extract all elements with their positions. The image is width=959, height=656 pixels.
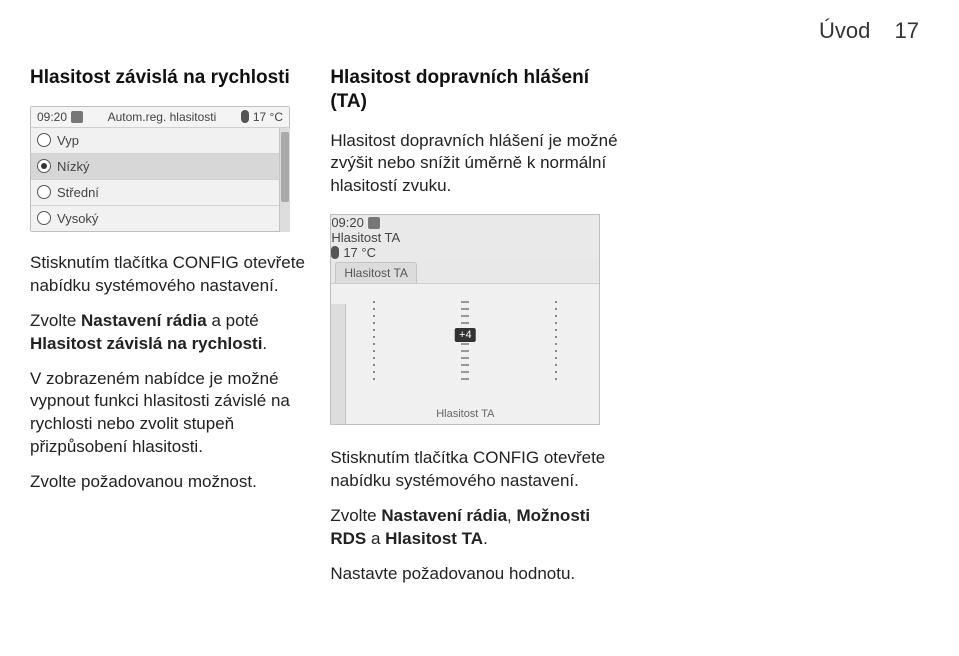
col1-p1: Stisknutím tlačítka CONFIG otevřete nabí…: [30, 252, 318, 298]
option-high[interactable]: Vysoký: [31, 206, 289, 231]
volume-slider[interactable]: +4 Hlasitost TA: [331, 284, 599, 424]
tab-row: Hlasitost TA: [331, 260, 599, 284]
col1-heading: Hlasitost závislá na rychlosti: [30, 66, 318, 90]
clock-icon: [368, 217, 380, 229]
col2-p4: Nastavte požadovanou hodnotu.: [330, 563, 618, 586]
slider-value: +4: [455, 328, 476, 342]
status-temp: 17 °C: [253, 110, 283, 124]
option-off[interactable]: Vyp: [31, 128, 289, 154]
col1-p4: Zvolte požadovanou možnost.: [30, 471, 318, 494]
radio-icon: [37, 133, 51, 147]
option-label: Střední: [57, 185, 99, 200]
thermometer-icon: [241, 110, 249, 123]
col2-p3: Zvolte Nastavení rádia, Možnosti RDS a H…: [330, 505, 618, 551]
screenshot-volume-speed: 09:20 Autom.reg. hlasitosti 17 °C Vyp: [30, 106, 290, 232]
clock-icon: [71, 111, 83, 123]
option-low[interactable]: Nízký: [31, 154, 289, 180]
tab-ta[interactable]: Hlasitost TA: [335, 262, 417, 283]
column-2: Hlasitost dopravních hlášení (TA) Hlasit…: [330, 62, 618, 592]
col2-heading: Hlasitost dopravních hlášení (TA): [330, 66, 618, 114]
col2-p2: Stisknutím tlačítka CONFIG otevřete nabí…: [330, 447, 618, 493]
col1-p3: V zobrazeném nabídce je možné vypnout fu…: [30, 368, 318, 460]
screen-title: Hlasitost TA: [331, 230, 599, 245]
col2-p1: Hlasitost dopravních hlášení je možné zv…: [330, 130, 618, 199]
scrollbar-thumb[interactable]: [281, 132, 289, 202]
col1-p2: Zvolte Nastavení rádia a poté Hlasitost …: [30, 310, 318, 356]
status-time: 09:20: [331, 215, 364, 230]
statusbar: 09:20 Autom.reg. hlasitosti 17 °C: [31, 107, 289, 128]
option-label: Vyp: [57, 133, 79, 148]
screenshot-volume-ta: 09:20 Hlasitost TA 17 °C Hlasitost TA: [330, 214, 600, 425]
header-title: Úvod: [819, 18, 870, 43]
statusbar: 09:20 Hlasitost TA 17 °C: [331, 215, 599, 260]
status-time: 09:20: [37, 110, 67, 124]
radio-icon: [37, 211, 51, 225]
page-number: 17: [895, 18, 919, 43]
screen-title: Autom.reg. hlasitosti: [108, 110, 217, 124]
radio-icon: [37, 159, 51, 173]
scale-left: [371, 296, 377, 382]
option-medium[interactable]: Střední: [31, 180, 289, 206]
option-label: Nízký: [57, 159, 90, 174]
scrollbar[interactable]: [279, 128, 290, 232]
slider-label: Hlasitost TA: [331, 408, 599, 420]
thermometer-icon: [331, 246, 339, 259]
page-header: Úvod 17: [30, 18, 919, 44]
column-1: Hlasitost závislá na rychlosti 09:20 Aut…: [30, 62, 318, 592]
status-temp: 17 °C: [343, 245, 376, 260]
radio-icon: [37, 185, 51, 199]
option-label: Vysoký: [57, 211, 98, 226]
left-scrollbar[interactable]: [331, 304, 346, 424]
scale-right: [553, 296, 559, 382]
column-3: [631, 62, 919, 592]
